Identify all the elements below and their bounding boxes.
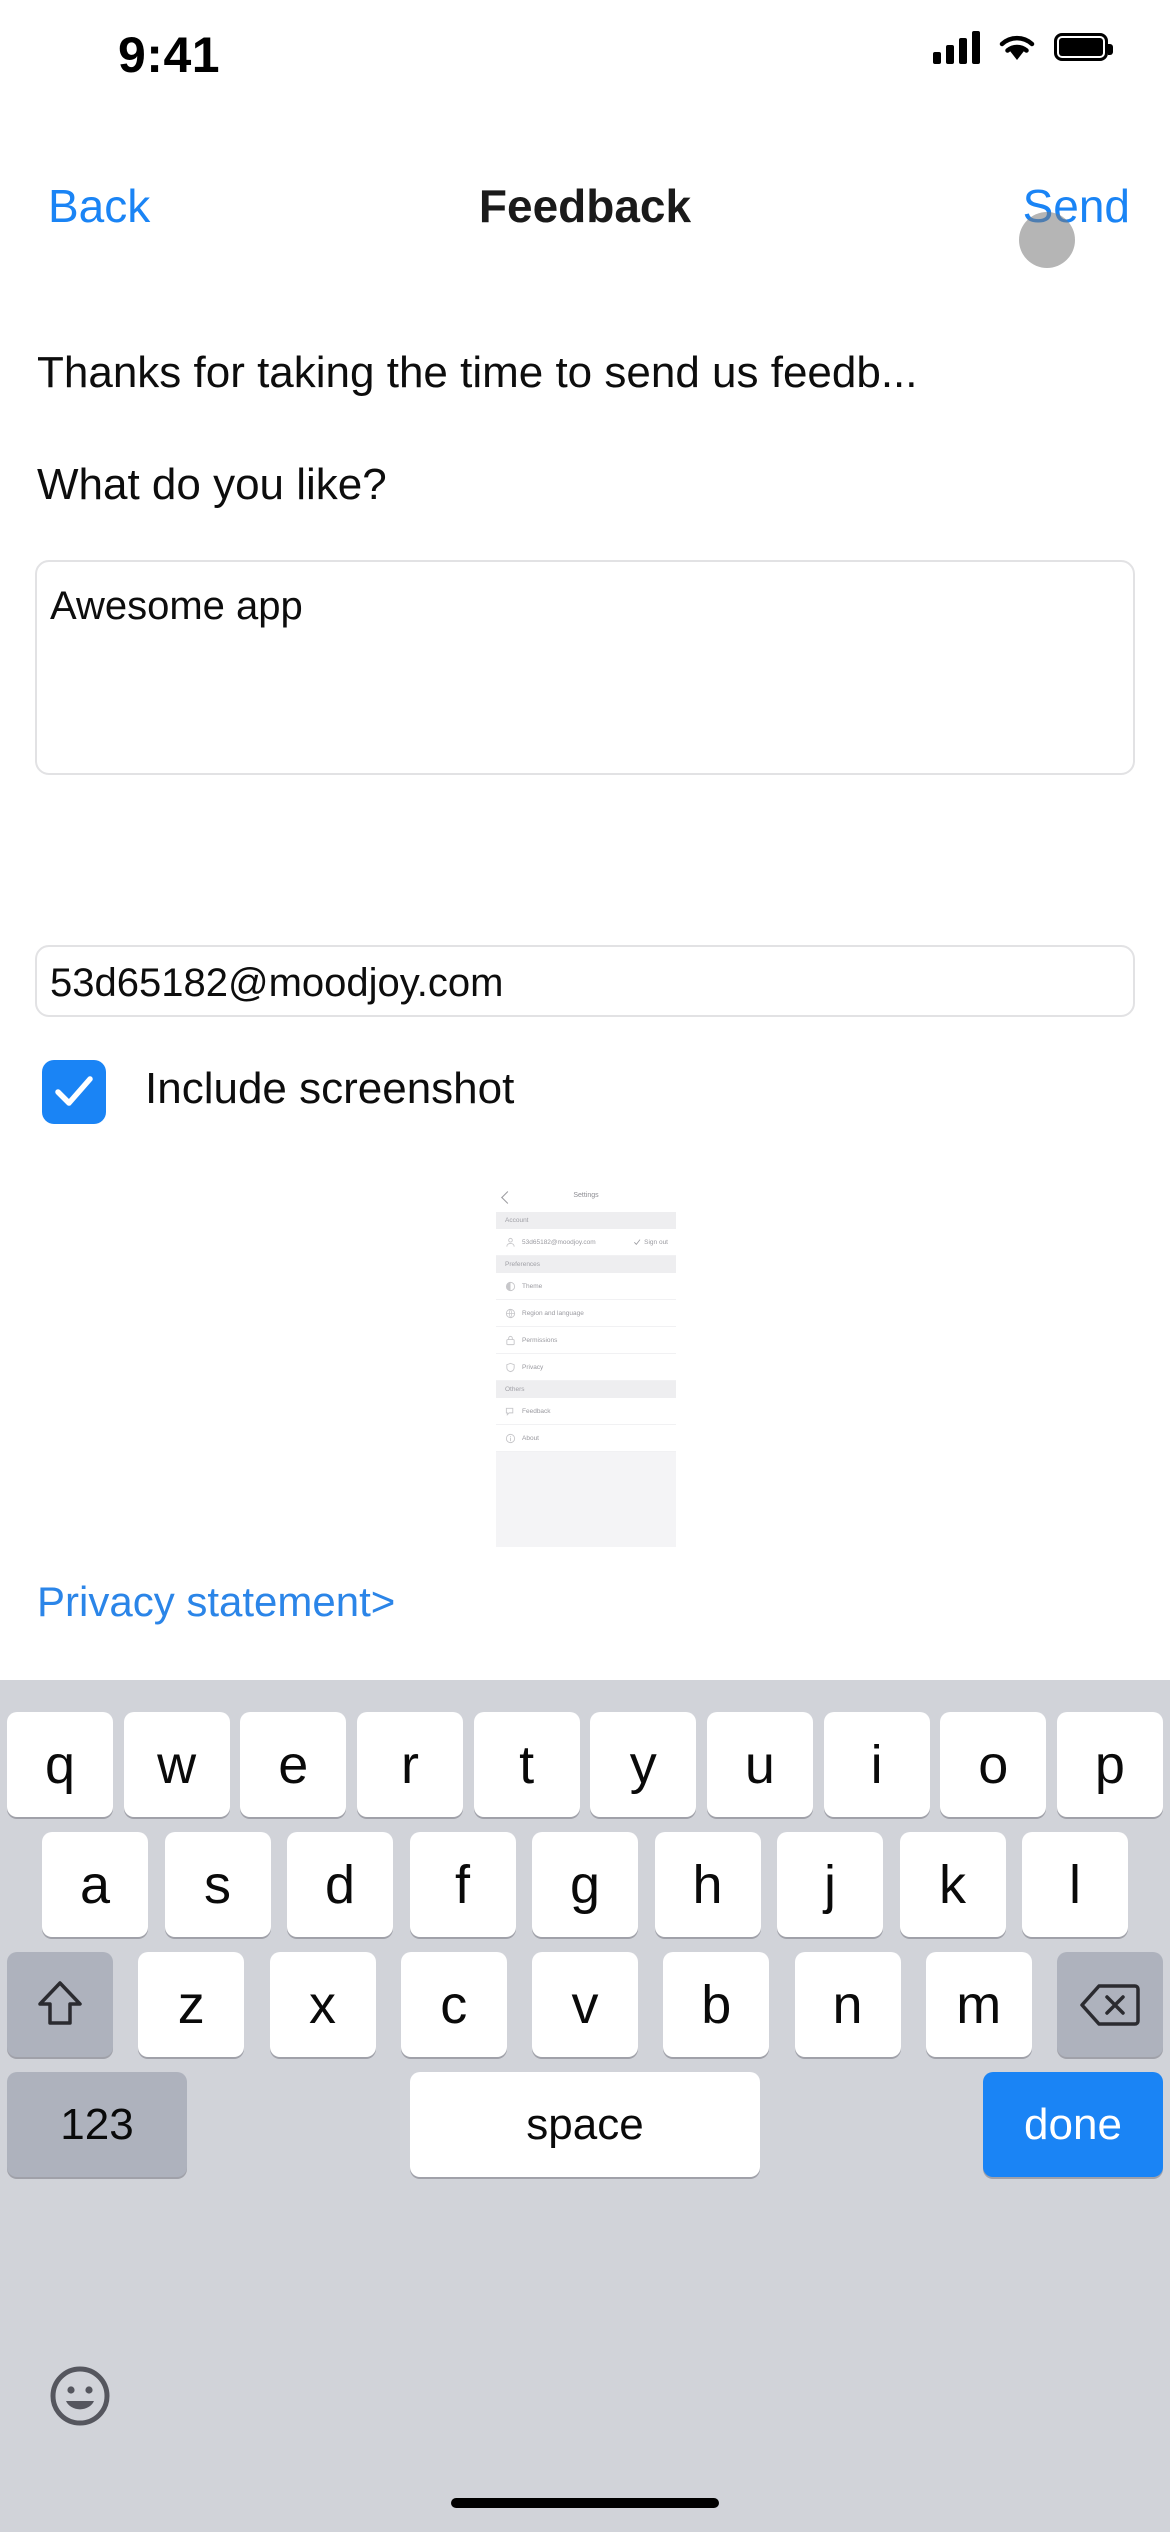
key-k[interactable]: k: [899, 1832, 1006, 1937]
key-q[interactable]: q: [7, 1712, 113, 1817]
preview-row-label: Feedback: [522, 1407, 551, 1415]
key-z[interactable]: z: [138, 1952, 245, 2057]
preview-row-label: About: [522, 1434, 539, 1442]
shield-icon: [506, 1362, 515, 1372]
key-c[interactable]: c: [400, 1952, 507, 2057]
preview-section-header: Others: [496, 1381, 676, 1398]
space-key[interactable]: space: [410, 2072, 760, 2177]
key-b[interactable]: b: [663, 1952, 770, 2057]
home-indicator: [451, 2498, 719, 2508]
key-s[interactable]: s: [164, 1832, 271, 1937]
key-a[interactable]: a: [42, 1832, 148, 1937]
preview-row-trailing: Sign out: [633, 1238, 668, 1246]
key-f[interactable]: f: [409, 1832, 516, 1937]
preview-nav-bar: Settings: [496, 1186, 676, 1212]
privacy-statement-link[interactable]: Privacy statement>: [37, 1578, 395, 1626]
navigation-bar: Back Feedback Send: [0, 175, 1170, 265]
preview-empty-area: [496, 1452, 676, 1547]
key-h[interactable]: h: [654, 1832, 761, 1937]
preview-row-feedback: Feedback: [496, 1398, 676, 1425]
page-title: Feedback: [478, 180, 692, 232]
emoji-smiley-icon: [50, 2366, 110, 2426]
key-v[interactable]: v: [532, 1952, 638, 2057]
check-icon: [55, 1076, 93, 1106]
preview-row-label: Region and language: [522, 1309, 584, 1317]
keyboard-row-2: a s d f g h j k l: [0, 1832, 1170, 1937]
person-icon: [506, 1237, 515, 1247]
touch-indicator: [1019, 212, 1075, 268]
wifi-icon: [996, 31, 1038, 63]
preview-row-about: About: [496, 1425, 676, 1452]
backspace-key[interactable]: [1057, 1952, 1163, 2057]
status-bar-indicators: [933, 30, 1113, 64]
preview-row-region: Region and language: [496, 1300, 676, 1327]
feedback-textarea[interactable]: Awesome app: [35, 560, 1135, 775]
keyboard-row-4: 123 space done: [0, 2072, 1170, 2177]
feedback-screen: 9:41 Back Feedback Send Thanks for takin…: [0, 0, 1170, 2532]
preview-row-label: Privacy: [522, 1363, 544, 1371]
done-key[interactable]: done: [983, 2072, 1163, 2177]
key-d[interactable]: d: [287, 1832, 393, 1937]
preview-row-theme: Theme: [496, 1273, 676, 1300]
include-screenshot-row[interactable]: Include screenshot: [37, 1060, 1037, 1132]
key-t[interactable]: t: [473, 1712, 580, 1817]
preview-title: Settings: [573, 1192, 599, 1199]
key-w[interactable]: w: [123, 1712, 230, 1817]
on-screen-keyboard: q w e r t y u i o p a s d f g h j k l z …: [0, 1680, 1170, 2532]
check-icon: [634, 1239, 641, 1245]
screenshot-preview[interactable]: Settings Account 53d65182@moodjoy.com Si…: [496, 1186, 676, 1558]
preview-row-permissions: Permissions: [496, 1327, 676, 1354]
key-y[interactable]: y: [590, 1712, 697, 1817]
key-m[interactable]: m: [925, 1952, 1032, 2057]
key-u[interactable]: u: [706, 1712, 813, 1817]
keyboard-row-3: z x c v b n m: [0, 1952, 1170, 2057]
preview-row-label: Theme: [522, 1282, 543, 1290]
preview-row-label: 53d65182@moodjoy.com: [522, 1238, 596, 1246]
preview-section-header: Preferences: [496, 1256, 676, 1273]
preview-section-header: Account: [496, 1212, 676, 1229]
preview-row-label: Permissions: [522, 1336, 558, 1344]
numeric-key[interactable]: 123: [7, 2072, 187, 2177]
theme-icon: [505, 1281, 516, 1291]
globe-icon: [505, 1308, 516, 1318]
cellular-signal-icon: [933, 30, 980, 64]
key-x[interactable]: x: [269, 1952, 376, 2057]
feedback-textarea-value: Awesome app: [50, 584, 303, 628]
status-bar: 9:41: [0, 0, 1170, 105]
emoji-key[interactable]: [48, 2364, 112, 2428]
key-r[interactable]: r: [356, 1712, 463, 1817]
email-field[interactable]: 53d65182@moodjoy.com: [35, 945, 1135, 1017]
key-g[interactable]: g: [532, 1832, 638, 1937]
email-field-value: 53d65182@moodjoy.com: [50, 961, 504, 1005]
preview-row-account: 53d65182@moodjoy.com Sign out: [496, 1229, 676, 1256]
status-bar-time: 9:41: [118, 27, 221, 83]
battery-full-icon: [1054, 33, 1113, 61]
include-screenshot-label: Include screenshot: [145, 1064, 515, 1113]
preview-row-privacy: Privacy: [496, 1354, 676, 1381]
key-e[interactable]: e: [240, 1712, 347, 1817]
lock-icon: [506, 1335, 515, 1345]
intro-text: Thanks for taking the time to send us fe…: [37, 348, 918, 397]
keyboard-row-1: q w e r t y u i o p: [0, 1712, 1170, 1817]
shift-key[interactable]: [7, 1952, 113, 2057]
feedback-icon: [505, 1407, 514, 1416]
key-j[interactable]: j: [777, 1832, 883, 1937]
key-n[interactable]: n: [794, 1952, 901, 2057]
key-o[interactable]: o: [940, 1712, 1047, 1817]
include-screenshot-checkbox[interactable]: [42, 1060, 106, 1124]
question-label: What do you like?: [37, 460, 387, 509]
preview-signout-label: Sign out: [644, 1238, 668, 1246]
key-l[interactable]: l: [1022, 1832, 1128, 1937]
key-p[interactable]: p: [1056, 1712, 1163, 1817]
shift-arrow-icon: [38, 1980, 82, 2025]
backspace-delete-icon: [1080, 1983, 1140, 2026]
key-i[interactable]: i: [823, 1712, 930, 1817]
info-icon: [505, 1433, 516, 1443]
